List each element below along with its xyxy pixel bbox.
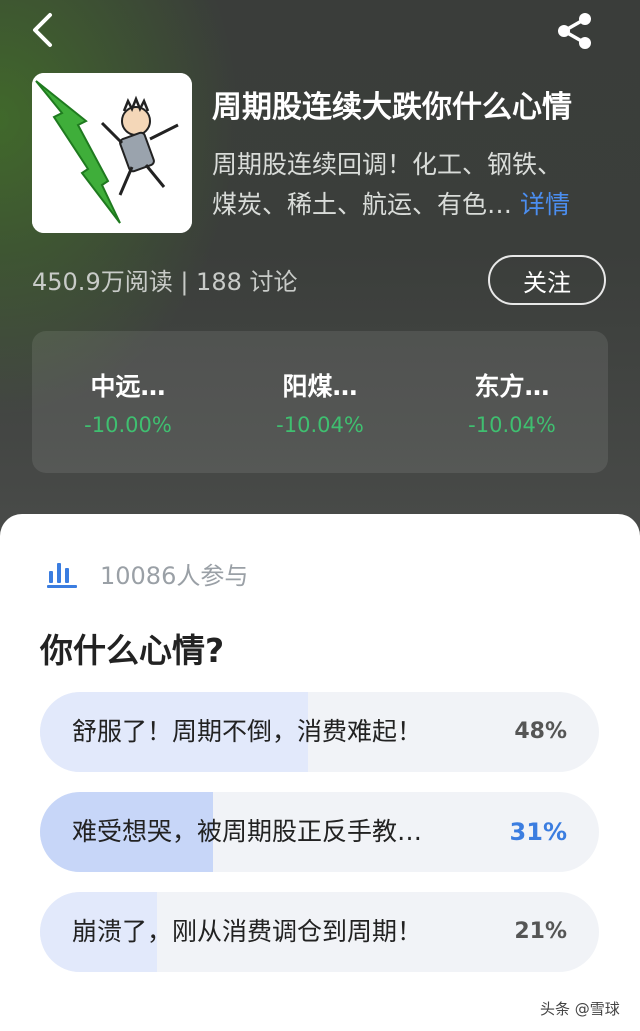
back-button[interactable] [22,10,62,50]
stock-item[interactable]: 东方… -10.04% [416,331,608,473]
topic-title: 周期股连续大跌你什么心情 [212,90,572,125]
share-button[interactable] [552,8,598,54]
bar-chart-icon [47,562,77,588]
stock-name: 阳煤… [282,372,358,401]
stock-change: -10.00% [84,413,172,437]
stock-change: -10.04% [276,413,364,437]
poll-panel: 10086人参与 你什么心情? 舒服了！周期不倒，消费难起！ 48% 难受想哭，… [0,514,640,1031]
falling-man-arrow-illustration [32,73,192,233]
poll-option-percent: 31% [509,818,567,846]
description-line: 煤炭、稀土、航运、有色… 详情 [212,185,612,225]
poll-option[interactable]: 崩溃了，刚从消费调仓到周期！ 21% [40,892,599,972]
detail-link[interactable]: 详情 [520,190,570,219]
poll-option[interactable]: 舒服了！周期不倒，消费难起！ 48% [40,692,599,772]
chevron-left-icon [33,13,52,47]
participants-count: 10086人参与 [100,562,249,590]
poll-participants: 10086人参与 [46,556,248,591]
poll-option-label: 难受想哭，被周期股正反手教… [72,817,423,846]
poll-option-percent: 48% [514,719,567,744]
watermark: 头条 @雪球 [540,1000,620,1018]
share-icon [558,13,591,49]
poll-option[interactable]: 难受想哭，被周期股正反手教… 31% [40,792,599,872]
stock-change: -10.04% [468,413,556,437]
follow-button[interactable]: 关注 [488,255,606,305]
topic-description: 周期股连续回调！化工、钢铁、 煤炭、稀土、航运、有色… 详情 [212,145,612,225]
stock-item[interactable]: 阳煤… -10.04% [224,331,416,473]
poll-question: 你什么心情? [40,631,225,670]
poll-option-percent: 21% [514,919,567,944]
related-stocks-card: 中远… -10.00% 阳煤… -10.04% 东方… -10.04% [32,331,608,473]
description-text: 煤炭、稀土、航运、有色… [212,190,513,219]
topic-stats: 450.9万阅读 | 188 讨论 [32,268,298,296]
poll-option-label: 舒服了！周期不倒，消费难起！ [72,717,423,746]
stock-name: 中远… [90,372,166,401]
stock-name: 东方… [474,372,550,401]
stock-item[interactable]: 中远… -10.00% [32,331,224,473]
description-line: 周期股连续回调！化工、钢铁、 [212,150,563,179]
poll-option-label: 崩溃了，刚从消费调仓到周期！ [72,917,423,946]
topic-cover-image [32,73,192,233]
